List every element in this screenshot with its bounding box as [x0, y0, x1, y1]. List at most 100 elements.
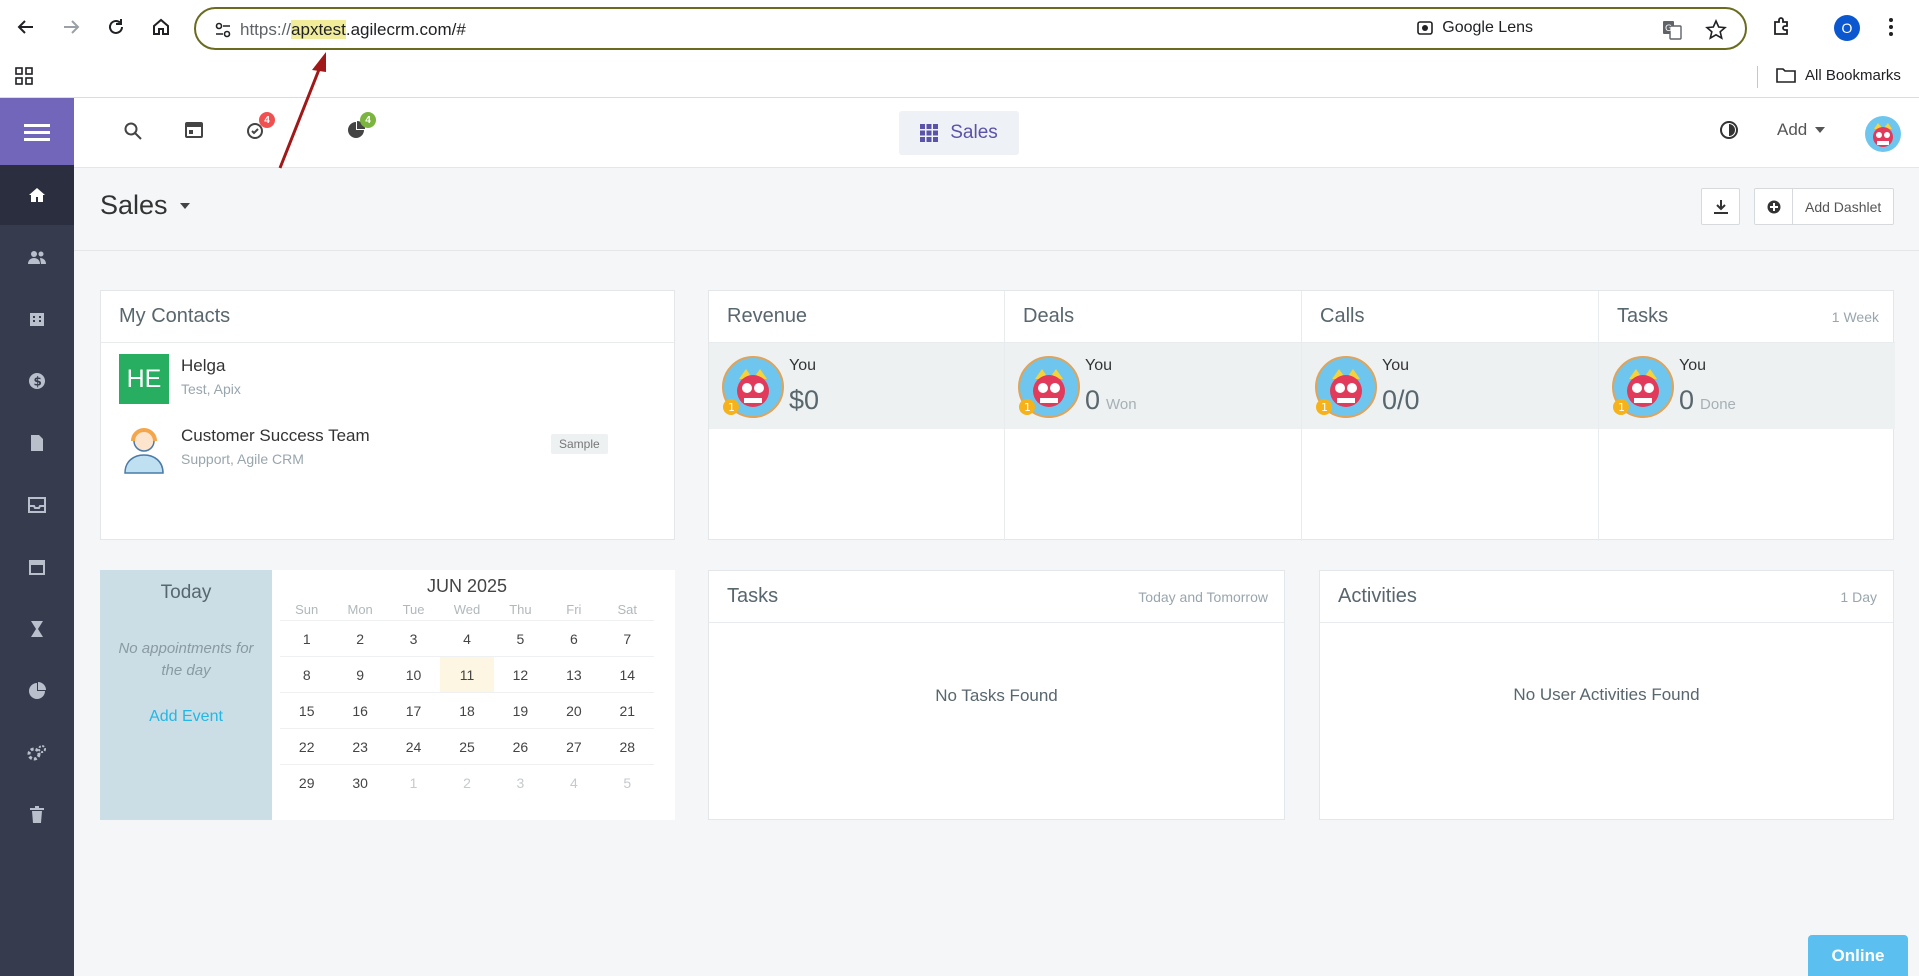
- stat-column-calls: Calls 1 You 0/0: [1302, 291, 1599, 541]
- sidebar-item-documents[interactable]: [0, 413, 74, 473]
- weekday-label: Tue: [402, 602, 425, 617]
- gears-icon: [27, 745, 46, 761]
- calendar-day[interactable]: 29: [280, 764, 334, 800]
- sidebar-item-companies[interactable]: [0, 289, 74, 349]
- online-status-button[interactable]: Online: [1808, 935, 1908, 976]
- calendar-day[interactable]: 20: [547, 692, 601, 728]
- google-lens-button[interactable]: Google Lens: [1416, 19, 1533, 37]
- apps-grid-icon[interactable]: [14, 66, 34, 86]
- hamburger-icon: [24, 123, 50, 141]
- sidebar-item-reports[interactable]: [0, 661, 74, 721]
- address-bar[interactable]: https://apxtest.agilecrm.com/# Google Le…: [194, 7, 1747, 50]
- calendar-day[interactable]: 12: [493, 656, 548, 692]
- calendar-day-other-month[interactable]: 4: [547, 764, 601, 800]
- contact-name[interactable]: Helga: [181, 356, 225, 376]
- all-bookmarks-button[interactable]: All Bookmarks: [1776, 66, 1901, 84]
- panel-header: My Contacts: [101, 291, 674, 343]
- stat-title: Deals: [1023, 305, 1075, 327]
- dashboard-switcher[interactable]: Sales: [899, 111, 1019, 155]
- add-dropdown[interactable]: Add: [1777, 120, 1826, 140]
- profile-avatar[interactable]: O: [1834, 15, 1860, 41]
- contact-item[interactable]: Customer Success Team Support, Agile CRM…: [119, 424, 649, 476]
- calendar-day[interactable]: 8: [280, 656, 334, 692]
- sidebar-item-contacts[interactable]: [0, 227, 74, 287]
- forward-button[interactable]: [59, 15, 83, 39]
- calendar-day[interactable]: 28: [600, 728, 654, 764]
- calendar-day[interactable]: 21: [600, 692, 654, 728]
- calendar-day[interactable]: 1: [280, 620, 334, 656]
- calendar-day-other-month[interactable]: 1: [386, 764, 441, 800]
- calendar-day[interactable]: 25: [440, 728, 494, 764]
- extensions-icon[interactable]: [1770, 15, 1794, 39]
- calendar-day[interactable]: 6: [547, 620, 601, 656]
- reminders-button[interactable]: 4: [245, 112, 275, 140]
- sidebar-item-calendar[interactable]: [0, 537, 74, 597]
- bookmarks-bar: All Bookmarks: [0, 56, 1919, 98]
- calendar-day[interactable]: 27: [547, 728, 601, 764]
- browser-menu-icon[interactable]: [1888, 16, 1894, 38]
- calendar-day[interactable]: 22: [280, 728, 334, 764]
- sidebar-item-deals[interactable]: $: [0, 351, 74, 411]
- calendar-day[interactable]: 24: [386, 728, 441, 764]
- activities-panel: Activities 1 Day No User Activities Foun…: [1319, 570, 1894, 820]
- stat-title: Calls: [1320, 305, 1365, 327]
- back-button[interactable]: [14, 15, 38, 39]
- contact-item[interactable]: HE Helga Test, Apix: [119, 354, 649, 406]
- stat-period[interactable]: 1 Week: [1832, 309, 1879, 325]
- stat-user: You: [1085, 357, 1112, 374]
- calendar-day[interactable]: 19: [493, 692, 548, 728]
- calendar-day-other-month[interactable]: 5: [600, 764, 654, 800]
- reports-button[interactable]: 4: [346, 112, 376, 140]
- dashboard-title-dropdown[interactable]: Sales: [100, 190, 190, 221]
- reload-button[interactable]: [104, 15, 128, 39]
- contact-name[interactable]: Customer Success Team: [181, 426, 370, 446]
- calendar-day[interactable]: 17: [386, 692, 441, 728]
- stat-number: 0: [1679, 385, 1695, 415]
- add-event-link[interactable]: Add Event: [100, 708, 272, 726]
- home-icon: [29, 188, 45, 202]
- url-highlight: apxtest: [291, 20, 346, 39]
- calendar-icon[interactable]: [185, 120, 203, 138]
- sidebar-item-settings[interactable]: [0, 723, 74, 783]
- home-button[interactable]: [149, 15, 173, 39]
- sidebar-item-trash[interactable]: [0, 785, 74, 845]
- calendar-day[interactable]: 3: [386, 620, 441, 656]
- url-rest: .agilecrm.com/#: [345, 20, 466, 39]
- calendar-day[interactable]: 2: [333, 620, 387, 656]
- stat-value: 0 Done: [1679, 385, 1736, 416]
- add-dashlet-button[interactable]: Add Dashlet: [1754, 188, 1894, 225]
- calendar-day[interactable]: 14: [600, 656, 654, 692]
- calendar-day[interactable]: 18: [440, 692, 494, 728]
- stat-column-tasks: Tasks 1 Week 1 You 0 Done: [1599, 291, 1895, 541]
- panel-period[interactable]: 1 Day: [1840, 589, 1877, 605]
- translate-icon[interactable]: G: [1661, 19, 1683, 41]
- calendar-day[interactable]: 11: [440, 656, 494, 692]
- sidebar-item-home[interactable]: [0, 165, 74, 225]
- calendar-day[interactable]: 30: [333, 764, 387, 800]
- panel-period[interactable]: Today and Tomorrow: [1138, 589, 1268, 605]
- calendar-day[interactable]: 26: [493, 728, 548, 764]
- calendar-day-other-month[interactable]: 2: [440, 764, 494, 800]
- calendar-day[interactable]: 4: [440, 620, 494, 656]
- weekday-label: Fri: [566, 602, 582, 617]
- sidebar-item-inbox[interactable]: [0, 475, 74, 535]
- download-button[interactable]: [1701, 188, 1740, 225]
- theme-toggle-icon[interactable]: [1719, 120, 1739, 140]
- bookmark-star-icon[interactable]: [1705, 19, 1727, 41]
- mini-calendar: JUN 2025 Sun Mon Tue Wed Thu Fri Sat 123456789…: [272, 570, 662, 820]
- calendar-day[interactable]: 9: [333, 656, 387, 692]
- calendar-day[interactable]: 10: [386, 656, 441, 692]
- sidebar-item-tasks[interactable]: [0, 599, 74, 659]
- calendar-day[interactable]: 5: [493, 620, 548, 656]
- calendar-day[interactable]: 13: [547, 656, 601, 692]
- sidebar-toggle[interactable]: [0, 98, 74, 165]
- calendar-day[interactable]: 16: [333, 692, 387, 728]
- calendar-day[interactable]: 23: [333, 728, 387, 764]
- calendar-day-other-month[interactable]: 3: [493, 764, 548, 800]
- user-avatar[interactable]: [1864, 115, 1902, 153]
- no-appointments-text: No appointments for the day: [118, 640, 254, 679]
- calendar-day[interactable]: 15: [280, 692, 334, 728]
- site-settings-icon[interactable]: [214, 21, 232, 39]
- calendar-day[interactable]: 7: [600, 620, 654, 656]
- search-icon[interactable]: [124, 122, 142, 140]
